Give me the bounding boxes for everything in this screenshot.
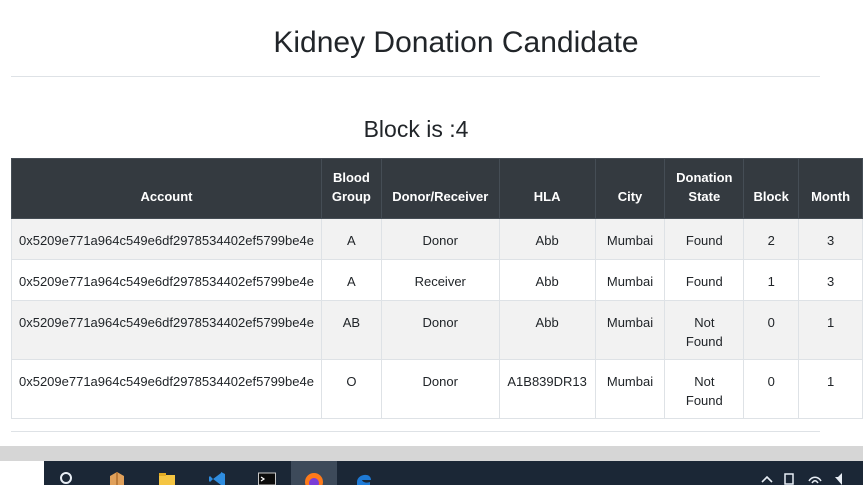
column-header-hla: HLA [498, 158, 596, 219]
cell-donor-receiver: Donor [380, 300, 500, 360]
cell-month: 1 [798, 300, 863, 360]
cell-city: Mumbai [594, 300, 666, 360]
cell-block: 0 [743, 359, 800, 419]
divider [11, 431, 820, 432]
column-header-donation-state: Donation State [664, 158, 745, 219]
cell-month: 3 [798, 259, 863, 301]
divider [11, 76, 820, 77]
candidate-table: Account Blood Group Donor/Receiver HLA C… [11, 158, 863, 419]
table-row: 0x5209e771a964c549e6df2978534402ef5799be… [11, 300, 863, 360]
network-icon[interactable] [783, 471, 797, 485]
package-icon[interactable] [94, 461, 140, 485]
cell-block: 0 [743, 300, 800, 360]
wifi-icon[interactable] [807, 471, 823, 485]
cell-blood-group: A [320, 259, 382, 301]
column-header-block: Block [743, 158, 800, 219]
search-icon[interactable] [44, 461, 90, 485]
edge-icon[interactable] [341, 461, 387, 485]
firefox-icon[interactable] [291, 461, 337, 485]
cell-hla: A1B839DR13 [498, 359, 596, 419]
cell-city: Mumbai [594, 218, 666, 260]
cell-donor-receiver: Donor [380, 218, 500, 260]
volume-icon[interactable] [833, 471, 849, 485]
cell-hla: Abb [498, 300, 596, 360]
cell-donation-state: Not Found [664, 300, 745, 360]
cell-donation-state: Not Found [664, 359, 745, 419]
cell-block: 2 [743, 218, 800, 260]
windows-taskbar [44, 461, 863, 485]
vscode-icon[interactable] [194, 461, 240, 485]
table-row: 0x5209e771a964c549e6df2978534402ef5799be… [11, 359, 863, 419]
cell-account: 0x5209e771a964c549e6df2978534402ef5799be… [11, 218, 322, 260]
cell-account: 0x5209e771a964c549e6df2978534402ef5799be… [11, 359, 322, 419]
cell-city: Mumbai [594, 359, 666, 419]
column-header-city: City [594, 158, 666, 219]
table-row: 0x5209e771a964c549e6df2978534402ef5799be… [11, 218, 863, 260]
column-header-blood-group: Blood Group [320, 158, 382, 219]
cell-city: Mumbai [594, 259, 666, 301]
column-header-donor-receiver: Donor/Receiver [380, 158, 500, 219]
chevron-up-icon[interactable] [761, 474, 773, 484]
column-header-account: Account [11, 158, 322, 219]
system-tray [761, 469, 857, 485]
cell-donation-state: Found [664, 259, 745, 301]
cell-hla: Abb [498, 218, 596, 260]
page-title: Kidney Donation Candidate [273, 26, 639, 59]
terminal-icon[interactable] [244, 461, 290, 485]
table-header-row: Account Blood Group Donor/Receiver HLA C… [11, 158, 863, 219]
file-explorer-icon[interactable] [144, 461, 190, 485]
cell-donation-state: Found [664, 218, 745, 260]
cell-donor-receiver: Receiver [380, 259, 500, 301]
table-row: 0x5209e771a964c549e6df2978534402ef5799be… [11, 259, 863, 301]
cell-donor-receiver: Donor [380, 359, 500, 419]
cell-month: 3 [798, 218, 863, 260]
column-header-month: Month [798, 158, 863, 219]
cell-block: 1 [743, 259, 800, 301]
cell-hla: Abb [498, 259, 596, 301]
cell-month: 1 [798, 359, 863, 419]
block-heading: Block is :4 [363, 116, 469, 142]
cell-blood-group: AB [320, 300, 382, 360]
cell-blood-group: O [320, 359, 382, 419]
horizontal-scrollbar[interactable] [0, 446, 863, 461]
cell-blood-group: A [320, 218, 382, 260]
cell-account: 0x5209e771a964c549e6df2978534402ef5799be… [11, 259, 322, 301]
cell-account: 0x5209e771a964c549e6df2978534402ef5799be… [11, 300, 322, 360]
